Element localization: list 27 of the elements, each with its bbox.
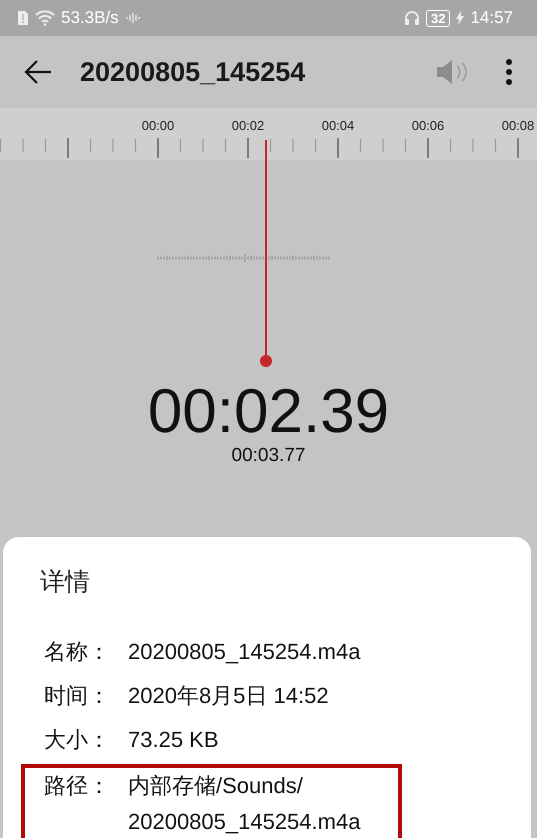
playhead[interactable] [259, 140, 273, 368]
detail-value: 20200805_145254.m4a [128, 638, 360, 666]
clock: 14:57 [470, 8, 513, 28]
time-label: 00:02 [230, 118, 266, 133]
detail-label: 路径： [44, 772, 111, 800]
time-label: 00:00 [140, 118, 176, 133]
more-options-icon[interactable] [505, 58, 513, 86]
recording-title: 20200805_145254 [80, 56, 306, 88]
network-speed: 53.3B/s [61, 8, 119, 28]
time-label: 00:06 [410, 118, 446, 133]
detail-value: 2020年8月5日 14:52 [128, 682, 329, 710]
headphones-icon [404, 10, 420, 26]
battery-indicator: 32 [426, 10, 450, 26]
time-label: 00:04 [320, 118, 356, 133]
current-time: 00:02.39 [148, 379, 390, 445]
detail-label: 大小： [44, 726, 111, 754]
total-duration: 00:03.77 [232, 445, 306, 467]
detail-value: 73.25 KB [128, 726, 219, 754]
detail-label: 名称： [44, 638, 111, 666]
time-label: 00:08 [500, 118, 536, 133]
audio-wave-icon [124, 12, 141, 24]
detail-value: 内部存储/Sounds/ 20200805_145254.m4a [128, 772, 360, 836]
detail-label: 时间： [44, 682, 111, 710]
back-arrow-icon[interactable] [24, 60, 52, 84]
sim-alert-icon [17, 10, 29, 26]
sheet-title: 详情 [40, 567, 91, 598]
wifi-icon [35, 10, 55, 26]
